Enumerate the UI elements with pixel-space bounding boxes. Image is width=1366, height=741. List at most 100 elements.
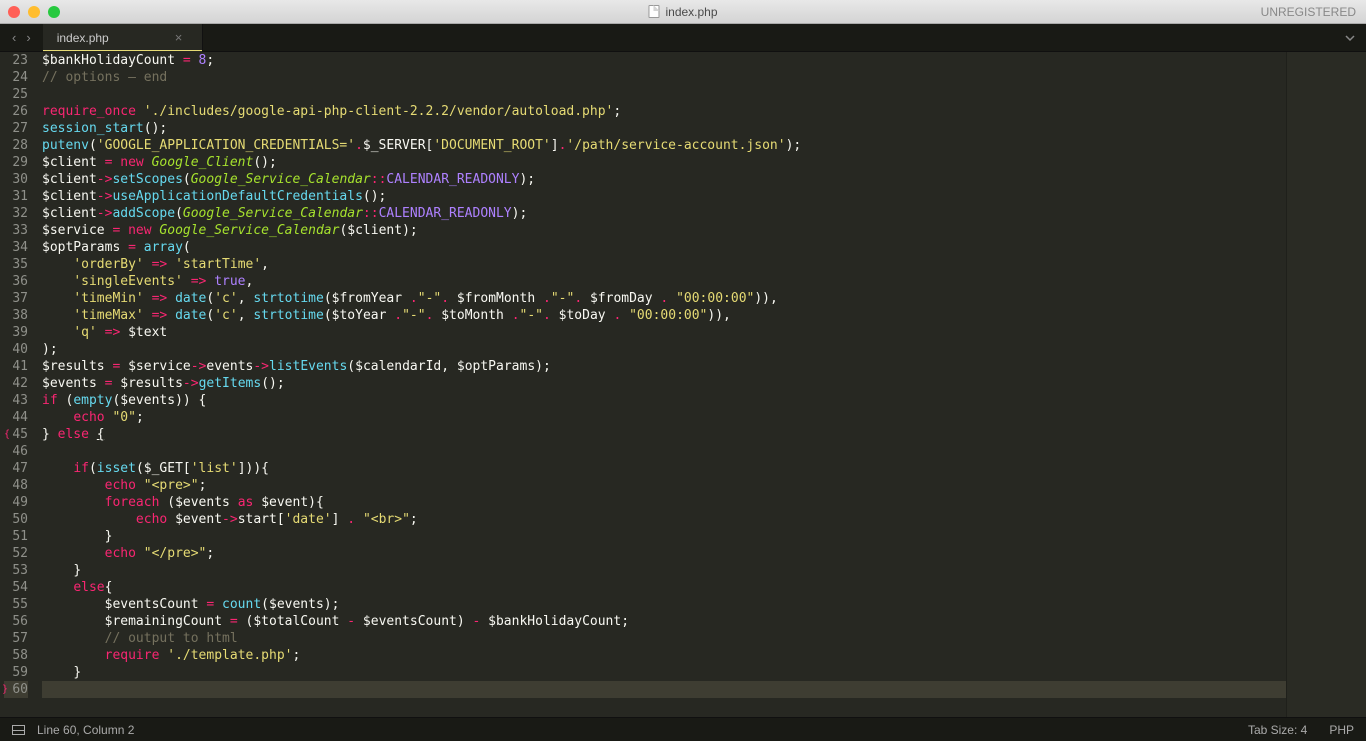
line-number[interactable]: 32 <box>4 205 28 222</box>
nav-forward-button[interactable]: › <box>26 30 30 45</box>
line-number[interactable]: 56 <box>4 613 28 630</box>
code-line[interactable]: $events = $results->getItems(); <box>42 375 1286 392</box>
line-number[interactable]: 58 <box>4 647 28 664</box>
code-line[interactable]: echo "0"; <box>42 409 1286 426</box>
line-number[interactable]: 57 <box>4 630 28 647</box>
line-number-gutter[interactable]: 2324252627282930313233343536373839404142… <box>0 52 36 717</box>
code-line[interactable]: $optParams = array( <box>42 239 1286 256</box>
code-line[interactable]: echo "</pre>"; <box>42 545 1286 562</box>
line-number[interactable]: 31 <box>4 188 28 205</box>
syntax-selector[interactable]: PHP <box>1329 723 1354 737</box>
code-line[interactable]: echo "<pre>"; <box>42 477 1286 494</box>
code-line[interactable]: 'singleEvents' => true, <box>42 273 1286 290</box>
line-number[interactable]: 30 <box>4 171 28 188</box>
panel-switcher-icon[interactable] <box>12 725 25 735</box>
code-line[interactable]: $results = $service->events->listEvents(… <box>42 358 1286 375</box>
line-number[interactable]: 52 <box>4 545 28 562</box>
close-window-button[interactable] <box>8 6 20 18</box>
code-line[interactable] <box>42 443 1286 460</box>
tab-overflow[interactable] <box>1334 24 1366 51</box>
tab-close-button[interactable]: × <box>175 30 183 45</box>
code-line[interactable]: 'orderBy' => 'startTime', <box>42 256 1286 273</box>
line-number[interactable]: 29 <box>4 154 28 171</box>
code-line[interactable]: } <box>42 562 1286 579</box>
code-line[interactable] <box>42 681 1286 698</box>
line-number[interactable]: {45 <box>4 426 28 443</box>
tab-index-php[interactable]: index.php × <box>43 24 204 51</box>
code-line[interactable]: } <box>42 664 1286 681</box>
code-line[interactable]: $remainingCount = ($totalCount - $events… <box>42 613 1286 630</box>
code-line[interactable]: $client = new Google_Client(); <box>42 154 1286 171</box>
code-line[interactable]: ); <box>42 341 1286 358</box>
line-number[interactable]: 27 <box>4 120 28 137</box>
line-number[interactable]: 43 <box>4 392 28 409</box>
line-number[interactable]: 54 <box>4 579 28 596</box>
nav-back-button[interactable]: ‹ <box>12 30 16 45</box>
line-number[interactable]: 36 <box>4 273 28 290</box>
line-number[interactable]: 44 <box>4 409 28 426</box>
code-line[interactable]: $eventsCount = count($events); <box>42 596 1286 613</box>
line-number[interactable]: 40 <box>4 341 28 358</box>
code-content[interactable]: $bankHolidayCount = 8;// options – end r… <box>36 52 1286 717</box>
cursor-position[interactable]: Line 60, Column 2 <box>37 723 134 737</box>
line-number[interactable]: 42 <box>4 375 28 392</box>
window-titlebar: index.php UNREGISTERED <box>0 0 1366 24</box>
code-line[interactable]: require_once './includes/google-api-php-… <box>42 103 1286 120</box>
registration-label: UNREGISTERED <box>1261 5 1356 19</box>
code-line[interactable]: if (empty($events)) { <box>42 392 1286 409</box>
line-number[interactable]: 28 <box>4 137 28 154</box>
code-line[interactable]: } else { <box>42 426 1286 443</box>
maximize-window-button[interactable] <box>48 6 60 18</box>
line-number[interactable]: 35 <box>4 256 28 273</box>
line-number[interactable]: 39 <box>4 324 28 341</box>
line-number[interactable]: 49 <box>4 494 28 511</box>
code-line[interactable]: echo $event->start['date'] . "<br>"; <box>42 511 1286 528</box>
editor-area[interactable]: 2324252627282930313233343536373839404142… <box>0 52 1366 717</box>
traffic-lights <box>8 6 60 18</box>
nav-arrows: ‹ › <box>0 24 43 51</box>
tab-label: index.php <box>57 31 109 45</box>
code-line[interactable]: $service = new Google_Service_Calendar($… <box>42 222 1286 239</box>
line-number[interactable]: 24 <box>4 69 28 86</box>
tab-bar: ‹ › index.php × <box>0 24 1366 52</box>
line-number[interactable]: 25 <box>4 86 28 103</box>
line-number[interactable]: 26 <box>4 103 28 120</box>
minimize-window-button[interactable] <box>28 6 40 18</box>
code-line[interactable]: $client->useApplicationDefaultCredential… <box>42 188 1286 205</box>
line-number[interactable]: }60 <box>4 681 28 698</box>
code-line[interactable]: foreach ($events as $event){ <box>42 494 1286 511</box>
line-number[interactable]: 46 <box>4 443 28 460</box>
line-number[interactable]: 55 <box>4 596 28 613</box>
code-line[interactable]: // output to html <box>42 630 1286 647</box>
code-line[interactable] <box>42 86 1286 103</box>
line-number[interactable]: 51 <box>4 528 28 545</box>
line-number[interactable]: 48 <box>4 477 28 494</box>
line-number[interactable]: 50 <box>4 511 28 528</box>
code-line[interactable]: require './template.php'; <box>42 647 1286 664</box>
code-line[interactable]: // options – end <box>42 69 1286 86</box>
code-line[interactable]: } <box>42 528 1286 545</box>
tab-size-selector[interactable]: Tab Size: 4 <box>1248 723 1307 737</box>
line-number[interactable]: 41 <box>4 358 28 375</box>
code-line[interactable]: $bankHolidayCount = 8; <box>42 52 1286 69</box>
code-line[interactable]: 'timeMax' => date('c', strtotime($toYear… <box>42 307 1286 324</box>
line-number[interactable]: 33 <box>4 222 28 239</box>
line-number[interactable]: 53 <box>4 562 28 579</box>
code-line[interactable]: else{ <box>42 579 1286 596</box>
code-line[interactable]: 'timeMin' => date('c', strtotime($fromYe… <box>42 290 1286 307</box>
title-center: index.php <box>648 5 717 19</box>
line-number[interactable]: 37 <box>4 290 28 307</box>
line-number[interactable]: 59 <box>4 664 28 681</box>
code-line[interactable]: $client->addScope(Google_Service_Calenda… <box>42 205 1286 222</box>
code-line[interactable]: if(isset($_GET['list'])){ <box>42 460 1286 477</box>
code-line[interactable]: 'q' => $text <box>42 324 1286 341</box>
code-line[interactable]: putenv('GOOGLE_APPLICATION_CREDENTIALS='… <box>42 137 1286 154</box>
line-number[interactable]: 34 <box>4 239 28 256</box>
line-number[interactable]: 23 <box>4 52 28 69</box>
line-number[interactable]: 38 <box>4 307 28 324</box>
window-title: index.php <box>665 5 717 19</box>
code-line[interactable]: session_start(); <box>42 120 1286 137</box>
line-number[interactable]: 47 <box>4 460 28 477</box>
minimap[interactable] <box>1286 52 1366 717</box>
code-line[interactable]: $client->setScopes(Google_Service_Calend… <box>42 171 1286 188</box>
